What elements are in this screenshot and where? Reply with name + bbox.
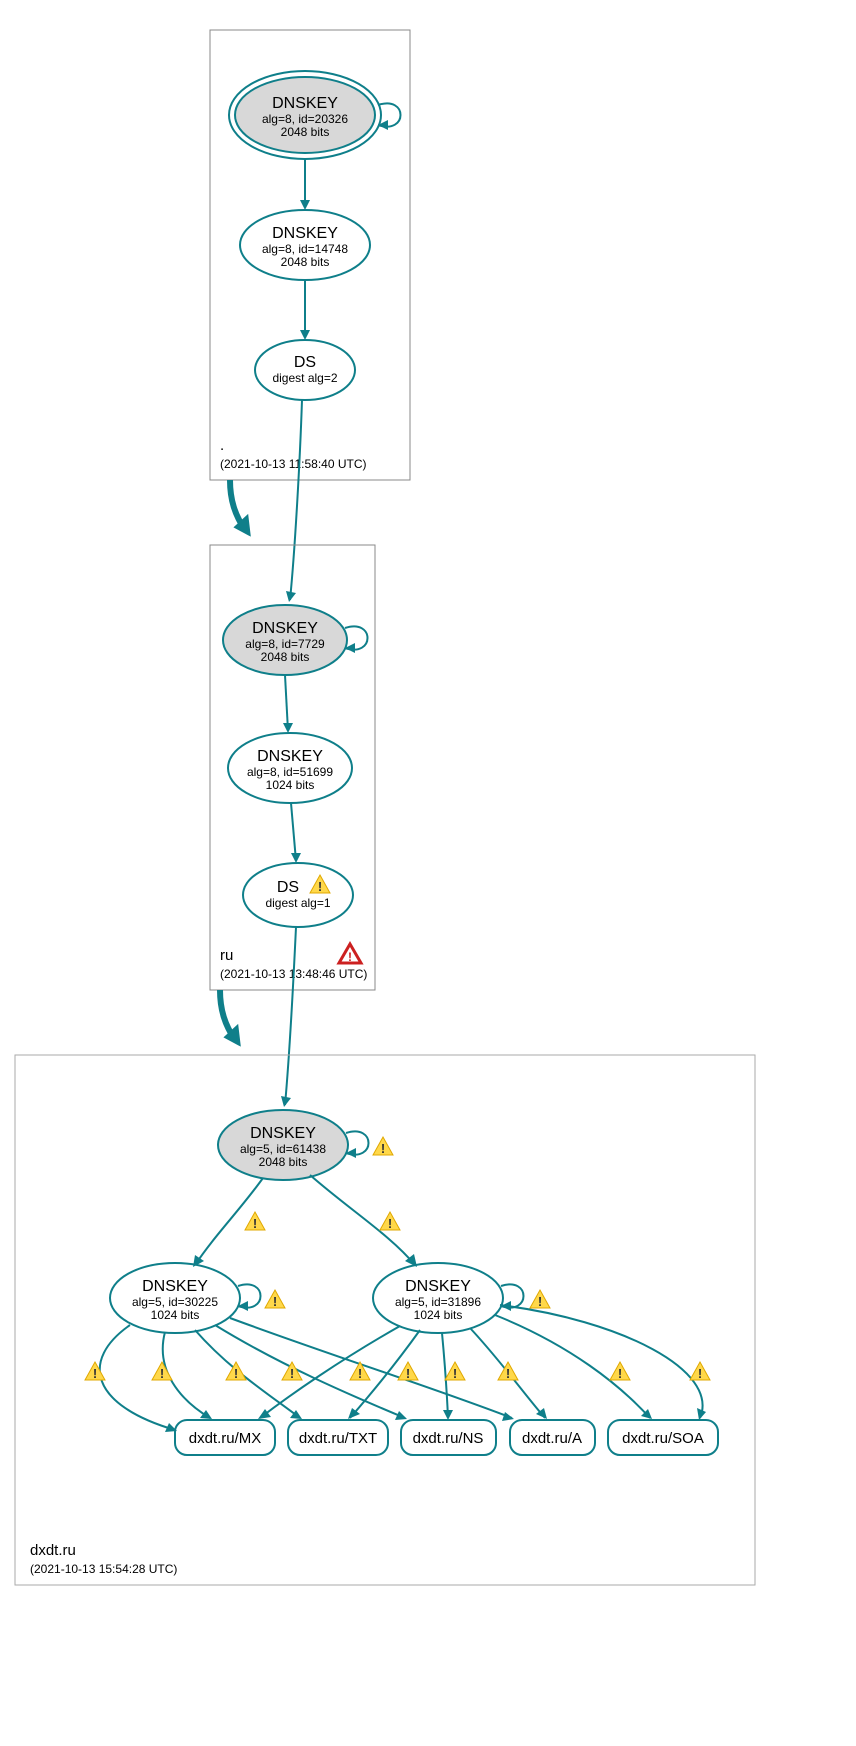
- svg-text:alg=5, id=61438: alg=5, id=61438: [240, 1142, 326, 1156]
- svg-text:dxdt.ru/TXT: dxdt.ru/TXT: [299, 1430, 377, 1447]
- svg-text:!: !: [698, 1366, 702, 1381]
- svg-text:2048 bits: 2048 bits: [261, 650, 310, 664]
- dnssec-diagram: . (2021-10-13 11:58:40 UTC) DNSKEY alg=8…: [0, 0, 856, 1746]
- svg-text:!: !: [348, 950, 352, 964]
- svg-text:!: !: [381, 1141, 385, 1156]
- svg-text:alg=8, id=7729: alg=8, id=7729: [245, 637, 325, 651]
- zone-timestamp-dxdt: (2021-10-13 15:54:28 UTC): [30, 1562, 177, 1576]
- svg-text:DNSKEY: DNSKEY: [252, 620, 318, 637]
- svg-text:DNSKEY: DNSKEY: [272, 225, 338, 242]
- zone-label-root: .: [220, 437, 224, 454]
- svg-text:alg=5, id=30225: alg=5, id=30225: [132, 1295, 218, 1309]
- svg-text:2048 bits: 2048 bits: [259, 1155, 308, 1169]
- svg-text:!: !: [234, 1366, 238, 1381]
- svg-text:alg=8, id=51699: alg=8, id=51699: [247, 765, 333, 779]
- svg-text:dxdt.ru/NS: dxdt.ru/NS: [413, 1430, 484, 1447]
- svg-text:!: !: [618, 1366, 622, 1381]
- svg-text:!: !: [273, 1294, 277, 1309]
- svg-text:DNSKEY: DNSKEY: [142, 1278, 208, 1295]
- svg-text:!: !: [538, 1294, 542, 1309]
- svg-text:1024 bits: 1024 bits: [414, 1308, 463, 1322]
- svg-text:1024 bits: 1024 bits: [266, 778, 315, 792]
- svg-text:dxdt.ru/SOA: dxdt.ru/SOA: [622, 1430, 704, 1447]
- svg-text:digest alg=1: digest alg=1: [265, 896, 330, 910]
- svg-text:!: !: [160, 1366, 164, 1381]
- svg-text:!: !: [318, 879, 322, 894]
- svg-text:digest alg=2: digest alg=2: [272, 371, 337, 385]
- svg-text:dxdt.ru/MX: dxdt.ru/MX: [189, 1430, 262, 1447]
- svg-text:!: !: [388, 1216, 392, 1231]
- svg-text:DNSKEY: DNSKEY: [250, 1125, 316, 1142]
- zone-label-ru: ru: [220, 947, 233, 964]
- svg-text:1024 bits: 1024 bits: [151, 1308, 200, 1322]
- svg-text:2048 bits: 2048 bits: [281, 255, 330, 269]
- svg-text:alg=5, id=31896: alg=5, id=31896: [395, 1295, 481, 1309]
- svg-text:dxdt.ru/A: dxdt.ru/A: [522, 1430, 582, 1447]
- svg-text:DS: DS: [277, 879, 299, 896]
- svg-text:!: !: [93, 1366, 97, 1381]
- svg-text:alg=8, id=14748: alg=8, id=14748: [262, 242, 348, 256]
- svg-text:!: !: [253, 1216, 257, 1231]
- svg-text:alg=8, id=20326: alg=8, id=20326: [262, 112, 348, 126]
- svg-text:!: !: [290, 1366, 294, 1381]
- zone-label-dxdt: dxdt.ru: [30, 1542, 76, 1559]
- svg-text:!: !: [406, 1366, 410, 1381]
- svg-text:!: !: [453, 1366, 457, 1381]
- svg-text:DNSKEY: DNSKEY: [272, 95, 338, 112]
- svg-text:2048 bits: 2048 bits: [281, 125, 330, 139]
- svg-text:DNSKEY: DNSKEY: [257, 748, 323, 765]
- svg-text:!: !: [358, 1366, 362, 1381]
- svg-text:!: !: [506, 1366, 510, 1381]
- zone-timestamp-root: (2021-10-13 11:58:40 UTC): [220, 457, 367, 471]
- svg-text:DNSKEY: DNSKEY: [405, 1278, 471, 1295]
- svg-text:DS: DS: [294, 354, 316, 371]
